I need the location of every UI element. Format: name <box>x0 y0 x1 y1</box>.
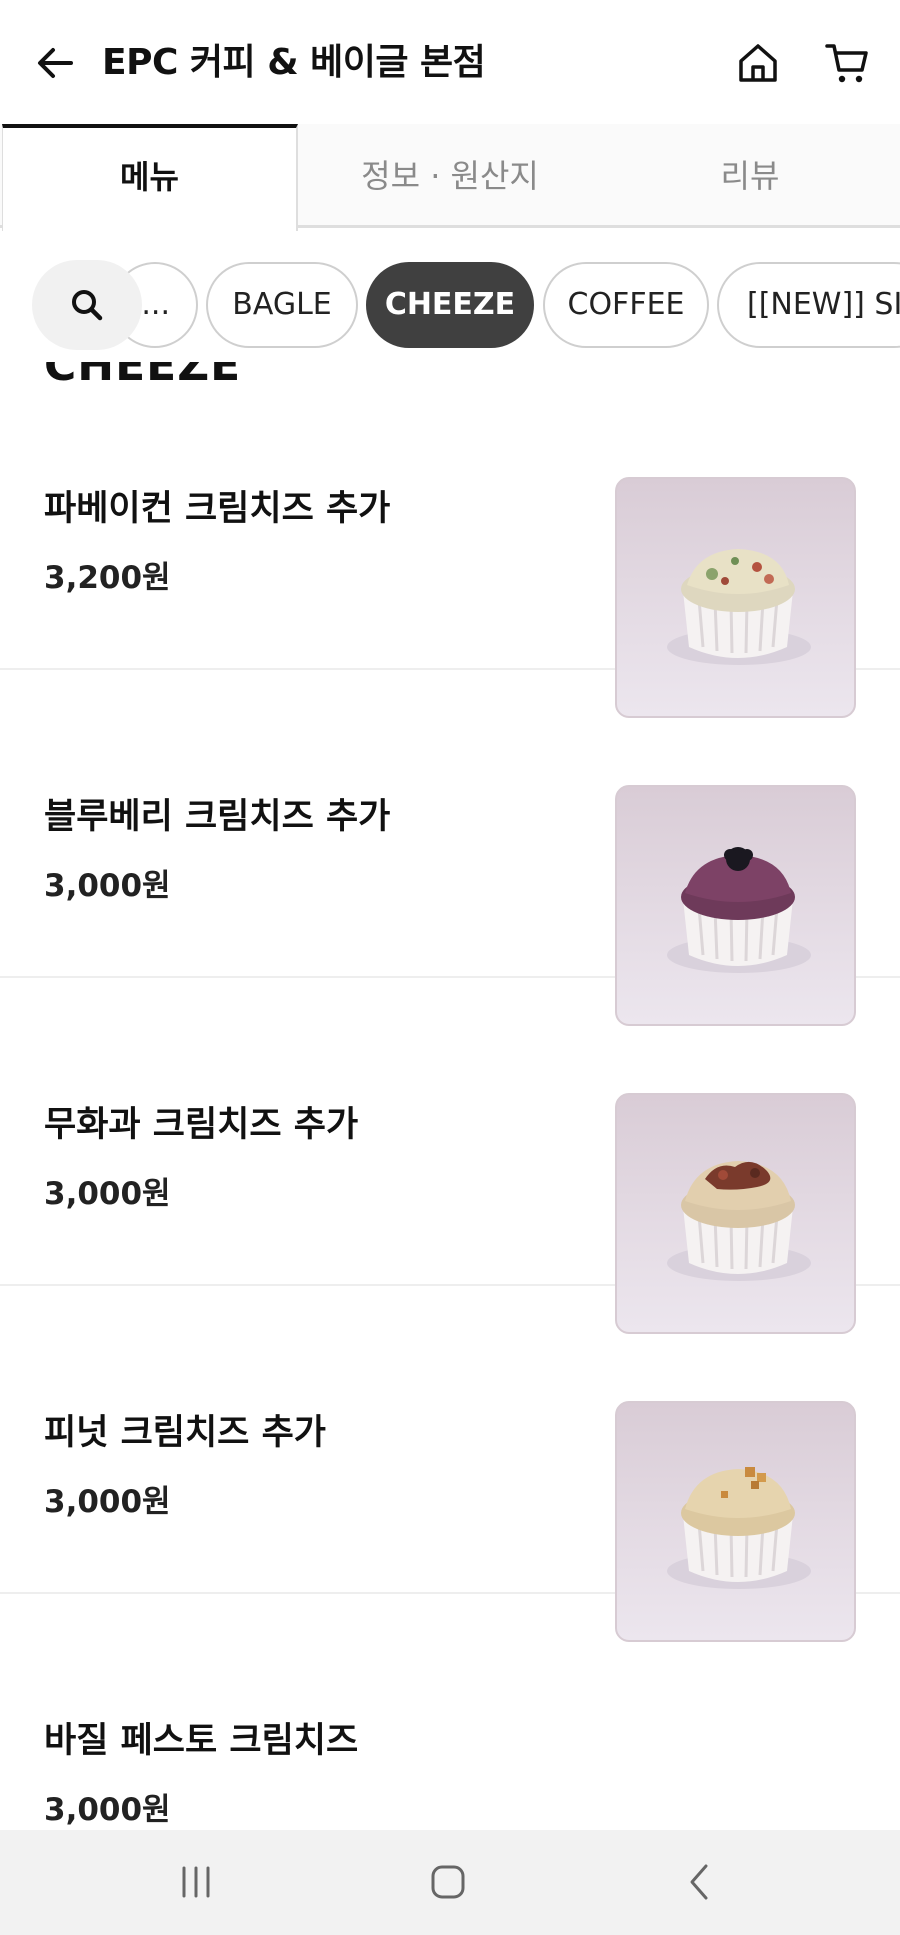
menu-item-name: 피넛 크림치즈 추가 <box>44 1413 326 1453</box>
chip-coffee[interactable]: COFFEE <box>543 262 709 348</box>
category-chips: ... BAGLE CHEEZE COFFEE [[NEW]] SI <box>0 250 900 360</box>
tab-reviews[interactable]: 리뷰 <box>600 124 900 228</box>
chip-bagle[interactable]: BAGLE <box>206 262 358 348</box>
menu-item-price: 3,000원 <box>44 868 171 904</box>
tab-menu[interactable]: 메뉴 <box>2 124 298 231</box>
menu-item[interactable]: 무화과 크림치즈 추가 3,000원 <box>0 978 900 1334</box>
menu-item[interactable]: 바질 페스토 크림치즈 3,000원 <box>0 1594 900 1830</box>
menu-item-price: 3,200원 <box>44 560 171 596</box>
chip-cheeze[interactable]: CHEEZE <box>366 262 534 348</box>
store-tabs: 메뉴 정보 · 원산지 리뷰 <box>0 124 900 231</box>
system-nav-bar <box>0 1830 900 1935</box>
tab-info-origin[interactable]: 정보 · 원산지 <box>300 124 600 228</box>
search-button[interactable] <box>32 260 142 350</box>
cart-button[interactable] <box>820 38 874 88</box>
menu-item-name: 블루베리 크림치즈 추가 <box>44 797 391 837</box>
chip-new[interactable]: [[NEW]] SI <box>717 262 900 348</box>
recent-apps-button[interactable] <box>156 1852 236 1912</box>
system-home-button[interactable] <box>408 1852 488 1912</box>
menu-item-name: 바질 페스토 크림치즈 <box>44 1721 359 1761</box>
system-home-icon <box>431 1865 465 1899</box>
menu-item-price: 3,000원 <box>44 1484 171 1520</box>
menu-item[interactable]: 피넛 크림치즈 추가 3,000원 <box>0 1286 900 1642</box>
menu-item[interactable]: 블루베리 크림치즈 추가 3,000원 <box>0 670 900 1026</box>
store-title: EPC 커피 & 베이글 본점 <box>102 42 486 83</box>
system-back-icon <box>690 1864 708 1900</box>
home-icon <box>739 44 777 82</box>
search-icon <box>72 290 103 321</box>
menu-item-price: 3,000원 <box>44 1176 171 1212</box>
cart-icon <box>825 44 868 83</box>
recent-apps-icon <box>182 1866 210 1898</box>
arrow-left-icon <box>38 48 73 78</box>
menu-list: CHEEZE 파베이컨 크림치즈 추가 3,200원 블루베리 크림치즈 추가 … <box>0 362 900 1830</box>
system-back-button[interactable] <box>660 1852 740 1912</box>
menu-item-name: 파베이컨 크림치즈 추가 <box>44 489 391 529</box>
app-header: EPC 커피 & 베이글 본점 <box>0 0 900 124</box>
menu-item[interactable]: 파베이컨 크림치즈 추가 3,200원 <box>0 362 900 718</box>
back-button[interactable] <box>30 38 80 88</box>
menu-item-price: 3,000원 <box>44 1792 171 1828</box>
menu-item-name: 무화과 크림치즈 추가 <box>44 1105 359 1145</box>
home-button[interactable] <box>733 38 783 88</box>
